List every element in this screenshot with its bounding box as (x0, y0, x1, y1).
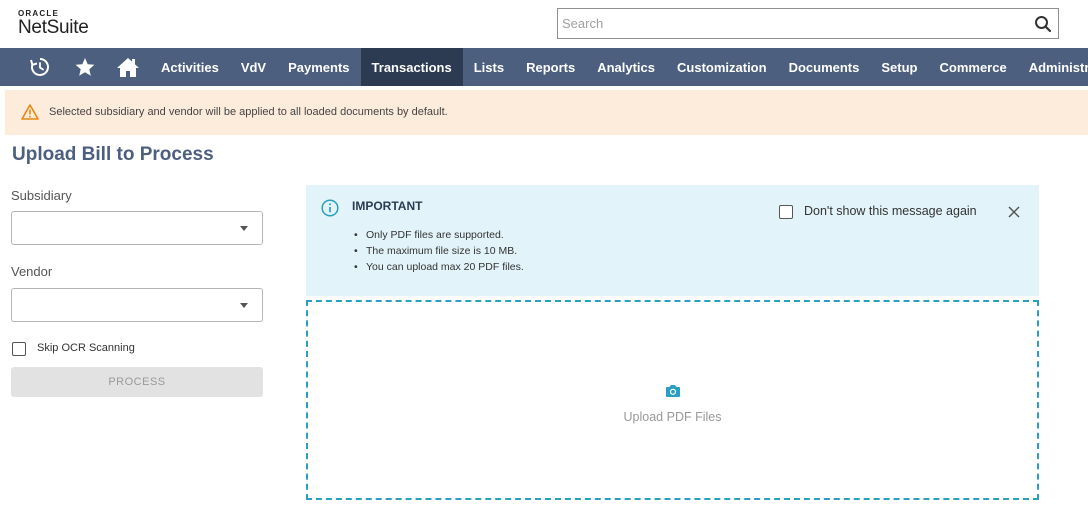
upload-pdf-label: Upload PDF Files (623, 410, 722, 424)
vendor-select[interactable] (11, 288, 263, 322)
recent-records-icon[interactable] (22, 48, 58, 86)
search-icon[interactable] (1034, 15, 1052, 33)
nav-item-payments[interactable]: Payments (277, 48, 360, 86)
list-item: You can upload max 20 PDF files. (352, 259, 524, 275)
camera-icon (665, 384, 681, 403)
logo-netsuite-text: NetSuite (18, 17, 89, 38)
chevron-down-icon (240, 303, 248, 308)
nav-item-analytics[interactable]: Analytics (586, 48, 666, 86)
star-icon[interactable] (67, 48, 103, 86)
search-input[interactable] (558, 9, 1028, 38)
info-icon (321, 199, 339, 222)
nav-item-activities[interactable]: Activities (150, 48, 230, 86)
pdf-upload-dropzone[interactable]: Upload PDF Files (306, 300, 1039, 500)
default-apply-alert: Selected subsidiary and vendor will be a… (5, 90, 1088, 135)
subsidiary-select[interactable] (11, 211, 263, 245)
info-title: IMPORTANT (352, 199, 423, 213)
subsidiary-label: Subsidiary (11, 188, 72, 203)
list-item: Only PDF files are supported. (352, 227, 524, 243)
process-button[interactable]: PROCESS (11, 367, 263, 397)
warning-icon (21, 104, 39, 125)
nav-item-customization[interactable]: Customization (666, 48, 778, 86)
nav-item-vdv[interactable]: VdV (230, 48, 277, 86)
nav-item-administration[interactable]: Administrat (1018, 48, 1088, 86)
nav-item-lists[interactable]: Lists (463, 48, 515, 86)
nav-item-documents[interactable]: Documents (778, 48, 871, 86)
nav-menu: Activities VdV Payments Transactions Lis… (150, 48, 1088, 86)
vendor-label: Vendor (11, 264, 53, 279)
nav-item-commerce[interactable]: Commerce (929, 48, 1018, 86)
info-bullets: Only PDF files are supported. The maximu… (352, 227, 524, 275)
home-icon[interactable] (110, 48, 146, 86)
nav-item-transactions[interactable]: Transactions (360, 48, 463, 86)
list-item: The maximum file size is 10 MB. (352, 243, 524, 259)
netsuite-logo[interactable]: ORACLE NetSuite (18, 9, 89, 38)
main-nav: Activities VdV Payments Transactions Lis… (0, 48, 1088, 86)
page-title: Upload Bill to Process (12, 144, 214, 165)
dont-show-again-checkbox[interactable] (779, 205, 793, 219)
header: ORACLE NetSuite (0, 0, 1088, 48)
global-search (557, 8, 1059, 39)
alert-message: Selected subsidiary and vendor will be a… (49, 106, 448, 118)
skip-ocr-label: Skip OCR Scanning (37, 342, 135, 354)
nav-item-setup[interactable]: Setup (870, 48, 928, 86)
close-icon[interactable] (1006, 204, 1022, 220)
important-info-panel: IMPORTANT Only PDF files are supported. … (306, 185, 1039, 296)
nav-item-reports[interactable]: Reports (515, 48, 586, 86)
skip-ocr-checkbox[interactable] (12, 342, 26, 356)
chevron-down-icon (240, 226, 248, 231)
dont-show-again-label: Don't show this message again (804, 204, 977, 218)
